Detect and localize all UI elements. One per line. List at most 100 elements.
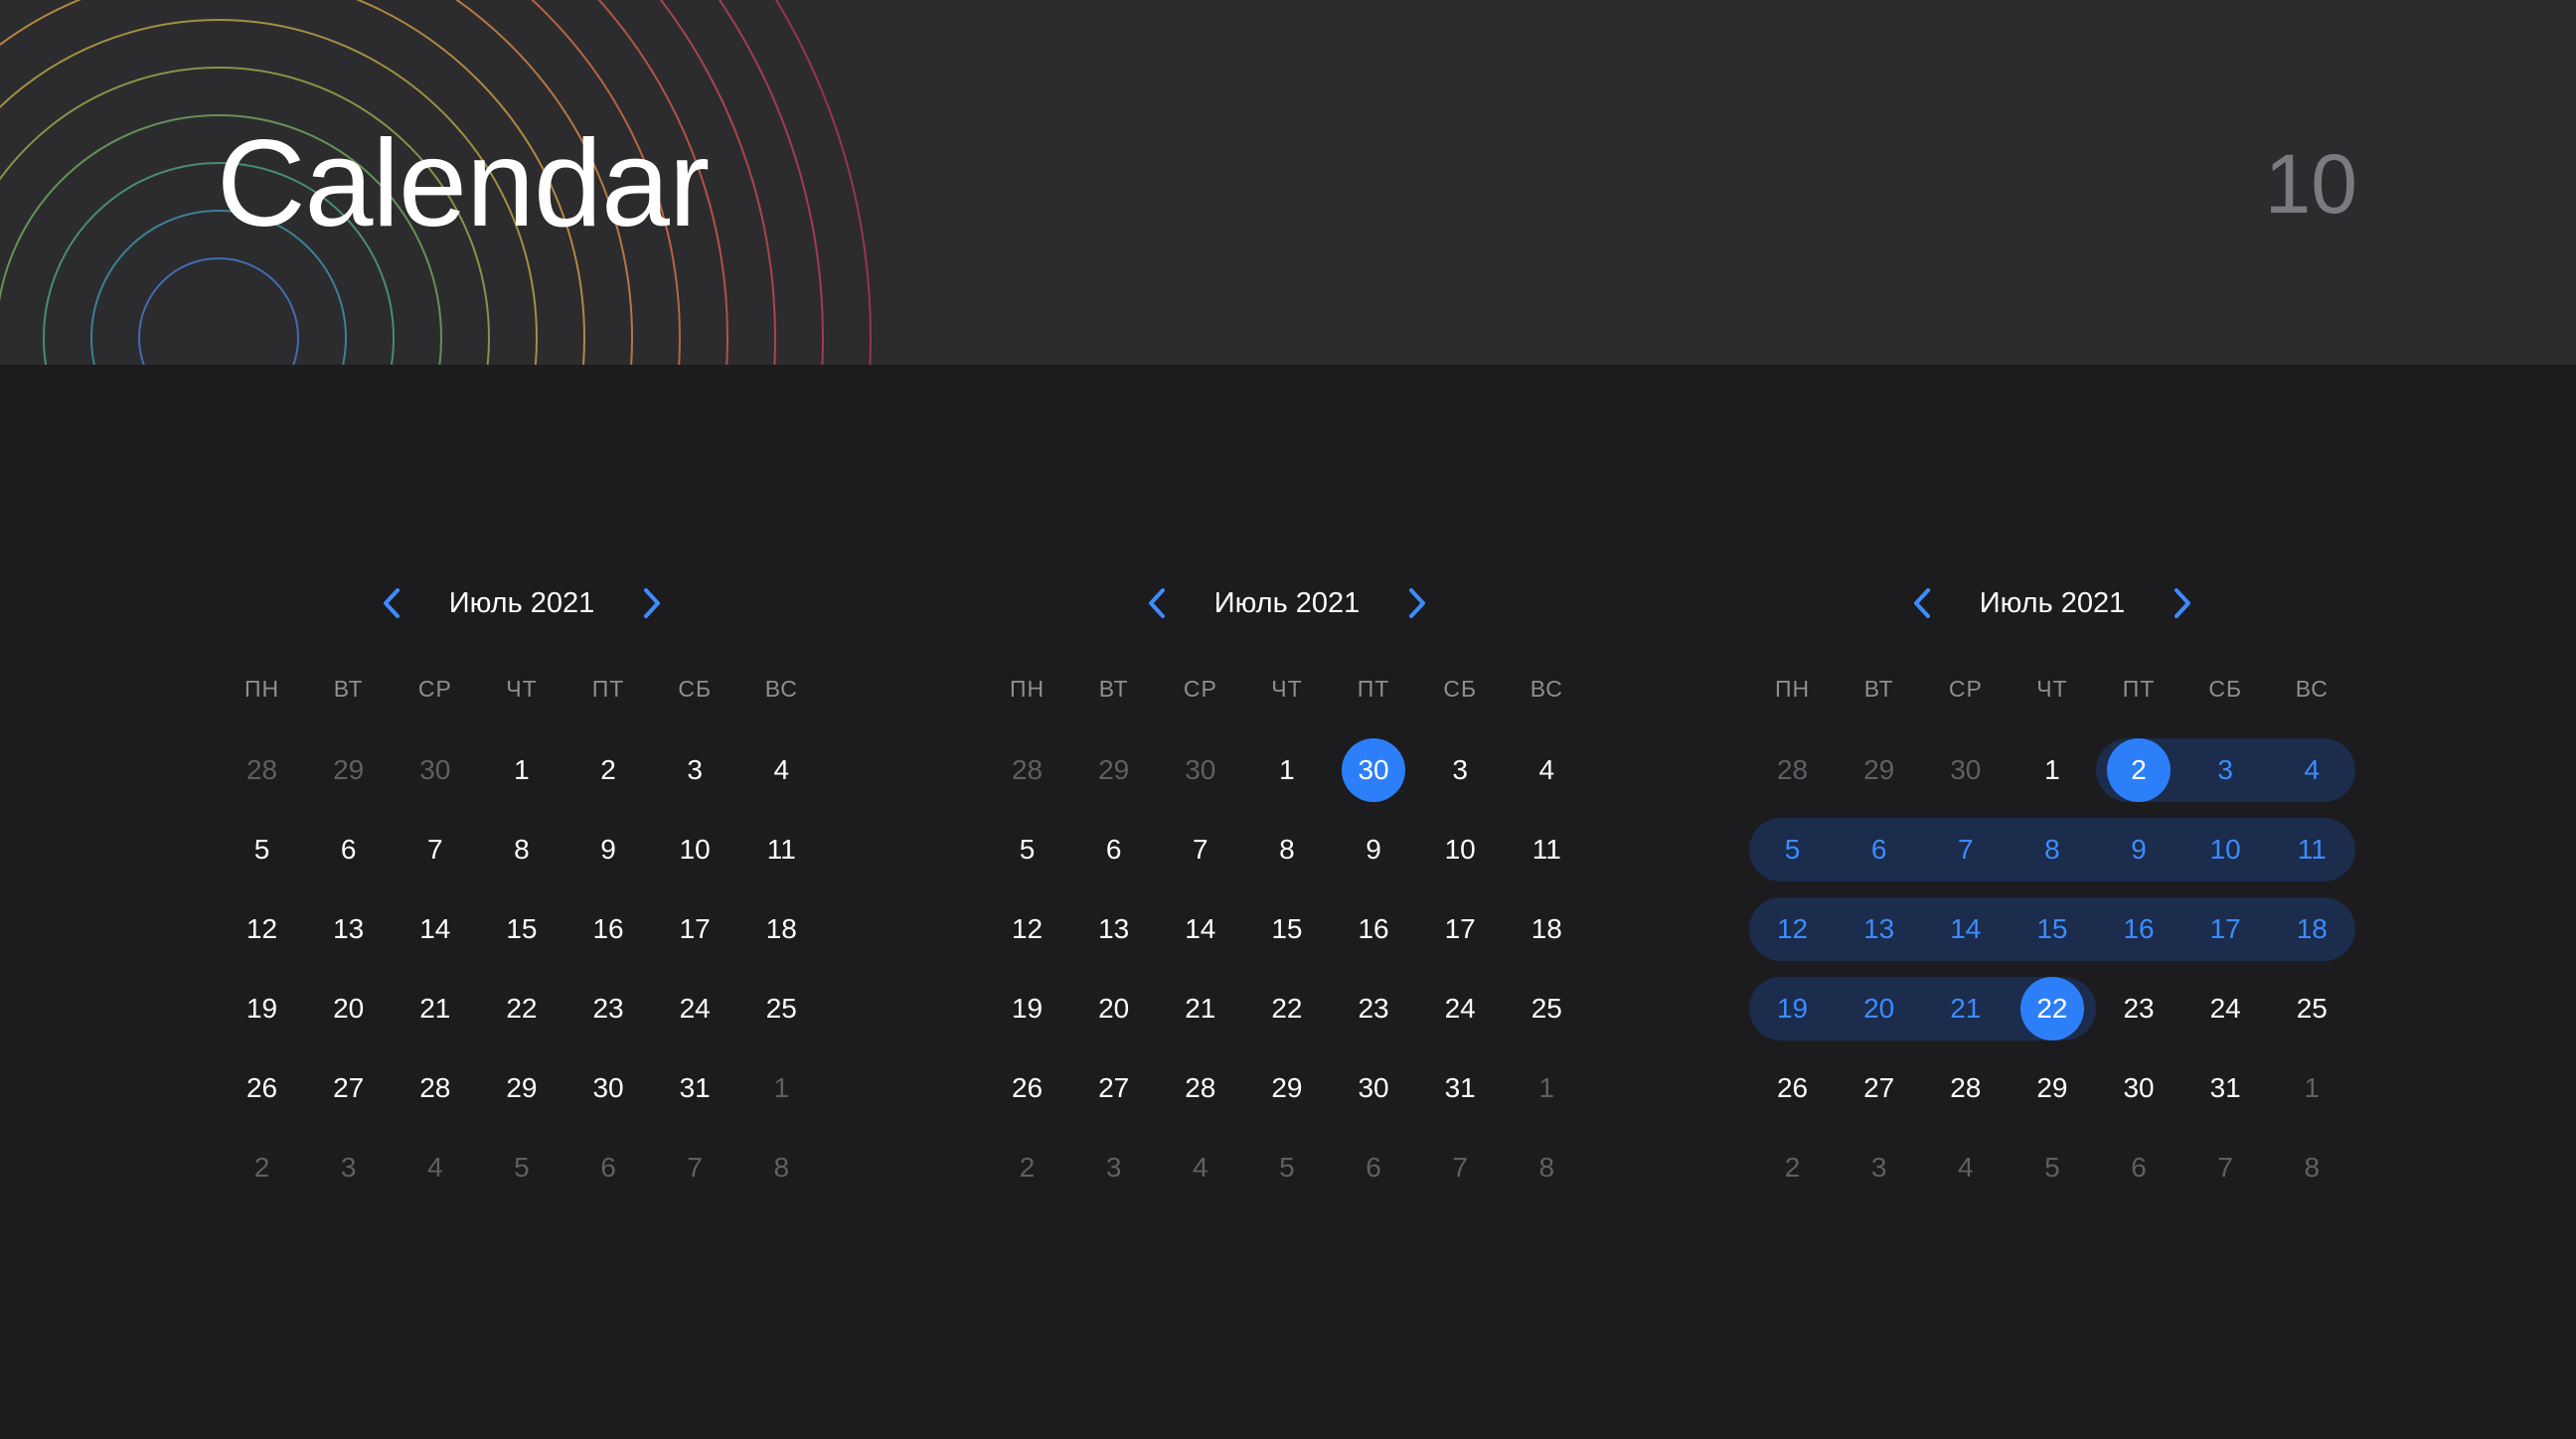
day-cell[interactable]: 13: [1836, 889, 1923, 969]
day-cell[interactable]: 10: [2181, 810, 2269, 889]
month-label[interactable]: Июль 2021: [1214, 587, 1361, 620]
day-cell[interactable]: 31: [1417, 1048, 1504, 1128]
day-cell[interactable]: 18: [1504, 889, 1590, 969]
day-cell[interactable]: 14: [1922, 889, 2010, 969]
day-cell[interactable]: 29: [478, 1048, 564, 1128]
day-cell-outside-month[interactable]: 30: [1922, 730, 2009, 810]
day-cell[interactable]: 18: [738, 889, 825, 969]
day-cell[interactable]: 6: [1836, 810, 1923, 889]
day-cell[interactable]: 27: [1070, 1048, 1157, 1128]
day-cell-outside-month[interactable]: 7: [1417, 1128, 1504, 1207]
day-cell-outside-month[interactable]: 8: [2269, 1128, 2355, 1207]
day-cell[interactable]: 17: [2181, 889, 2269, 969]
day-cell[interactable]: 23: [565, 969, 652, 1048]
day-cell[interactable]: 14: [1157, 889, 1243, 969]
day-cell[interactable]: 13: [305, 889, 392, 969]
day-cell-outside-month[interactable]: 1: [1504, 1048, 1590, 1128]
day-cell[interactable]: 9: [565, 810, 652, 889]
day-cell-outside-month[interactable]: 7: [652, 1128, 738, 1207]
day-cell[interactable]: 30: [565, 1048, 652, 1128]
day-cell[interactable]: 10: [1417, 810, 1504, 889]
day-cell[interactable]: 4: [2268, 730, 2356, 810]
day-cell[interactable]: 13: [1070, 889, 1157, 969]
day-cell-outside-month[interactable]: 28: [1749, 730, 1836, 810]
day-cell[interactable]: 8: [478, 810, 564, 889]
day-cell[interactable]: 16: [1331, 889, 1417, 969]
day-cell-outside-month[interactable]: 8: [738, 1128, 825, 1207]
day-cell-outside-month[interactable]: 28: [984, 730, 1070, 810]
day-cell-outside-month[interactable]: 4: [392, 1128, 478, 1207]
day-cell[interactable]: 31: [2182, 1048, 2269, 1128]
day-cell[interactable]: 23: [1331, 969, 1417, 1048]
day-cell[interactable]: 25: [1504, 969, 1590, 1048]
day-cell[interactable]: 19: [984, 969, 1070, 1048]
day-cell-outside-month[interactable]: 7: [2182, 1128, 2269, 1207]
day-cell[interactable]: 22: [1243, 969, 1330, 1048]
day-cell[interactable]: 24: [652, 969, 738, 1048]
day-cell[interactable]: 15: [478, 889, 564, 969]
day-cell[interactable]: 12: [1749, 889, 1837, 969]
day-cell[interactable]: 29: [2009, 1048, 2095, 1128]
day-cell[interactable]: 29: [1243, 1048, 1330, 1128]
next-month-button[interactable]: [1395, 581, 1439, 625]
day-cell[interactable]: 25: [738, 969, 825, 1048]
day-cell[interactable]: 21: [1157, 969, 1243, 1048]
day-cell-outside-month[interactable]: 2: [219, 1128, 305, 1207]
day-cell[interactable]: 28: [392, 1048, 478, 1128]
day-cell[interactable]: 22: [478, 969, 564, 1048]
day-cell[interactable]: 21: [392, 969, 478, 1048]
day-cell[interactable]: 11: [738, 810, 825, 889]
month-label[interactable]: Июль 2021: [449, 587, 595, 620]
day-cell-outside-month[interactable]: 6: [1331, 1128, 1417, 1207]
day-cell-outside-month[interactable]: 30: [1157, 730, 1243, 810]
day-cell-outside-month[interactable]: 8: [1504, 1128, 1590, 1207]
day-cell[interactable]: 5: [219, 810, 305, 889]
day-cell[interactable]: 8: [2009, 810, 2096, 889]
prev-month-button[interactable]: [370, 581, 413, 625]
day-cell-selected[interactable]: 2: [2095, 730, 2182, 810]
day-cell[interactable]: 27: [305, 1048, 392, 1128]
month-label[interactable]: Июль 2021: [1980, 587, 2126, 620]
day-cell[interactable]: 20: [1070, 969, 1157, 1048]
day-cell[interactable]: 26: [219, 1048, 305, 1128]
day-cell[interactable]: 1: [478, 730, 564, 810]
day-cell-outside-month[interactable]: 29: [1836, 730, 1922, 810]
day-cell-outside-month[interactable]: 4: [1922, 1128, 2009, 1207]
day-cell[interactable]: 8: [1243, 810, 1330, 889]
day-cell[interactable]: 7: [1157, 810, 1243, 889]
day-cell[interactable]: 6: [305, 810, 392, 889]
day-cell[interactable]: 4: [738, 730, 825, 810]
prev-month-button[interactable]: [1900, 581, 1944, 625]
day-cell[interactable]: 19: [219, 969, 305, 1048]
day-cell[interactable]: 7: [392, 810, 478, 889]
day-cell-outside-month[interactable]: 29: [1070, 730, 1157, 810]
day-cell[interactable]: 30: [2096, 1048, 2182, 1128]
day-cell[interactable]: 11: [1504, 810, 1590, 889]
day-cell[interactable]: 17: [1417, 889, 1504, 969]
day-cell[interactable]: 11: [2268, 810, 2356, 889]
day-cell[interactable]: 5: [1749, 810, 1837, 889]
day-cell-outside-month[interactable]: 6: [2096, 1128, 2182, 1207]
day-cell[interactable]: 16: [2095, 889, 2182, 969]
day-cell[interactable]: 2: [565, 730, 652, 810]
day-cell-outside-month[interactable]: 3: [305, 1128, 392, 1207]
day-cell[interactable]: 14: [392, 889, 478, 969]
day-cell-outside-month[interactable]: 5: [2009, 1128, 2095, 1207]
day-cell[interactable]: 30: [1331, 1048, 1417, 1128]
day-cell-outside-month[interactable]: 5: [478, 1128, 564, 1207]
day-cell[interactable]: 28: [1922, 1048, 2009, 1128]
day-cell-outside-month[interactable]: 1: [738, 1048, 825, 1128]
day-cell[interactable]: 15: [2009, 889, 2096, 969]
day-cell-outside-month[interactable]: 28: [219, 730, 305, 810]
day-cell[interactable]: 20: [305, 969, 392, 1048]
next-month-button[interactable]: [2161, 581, 2204, 625]
day-cell[interactable]: 1: [1243, 730, 1330, 810]
day-cell-selected[interactable]: 22: [2009, 969, 2096, 1048]
day-cell[interactable]: 6: [1070, 810, 1157, 889]
day-cell[interactable]: 9: [1331, 810, 1417, 889]
day-cell[interactable]: 15: [1243, 889, 1330, 969]
day-cell-outside-month[interactable]: 6: [565, 1128, 652, 1207]
day-cell[interactable]: 25: [2269, 969, 2355, 1048]
day-cell[interactable]: 10: [652, 810, 738, 889]
day-cell[interactable]: 1: [2009, 730, 2095, 810]
